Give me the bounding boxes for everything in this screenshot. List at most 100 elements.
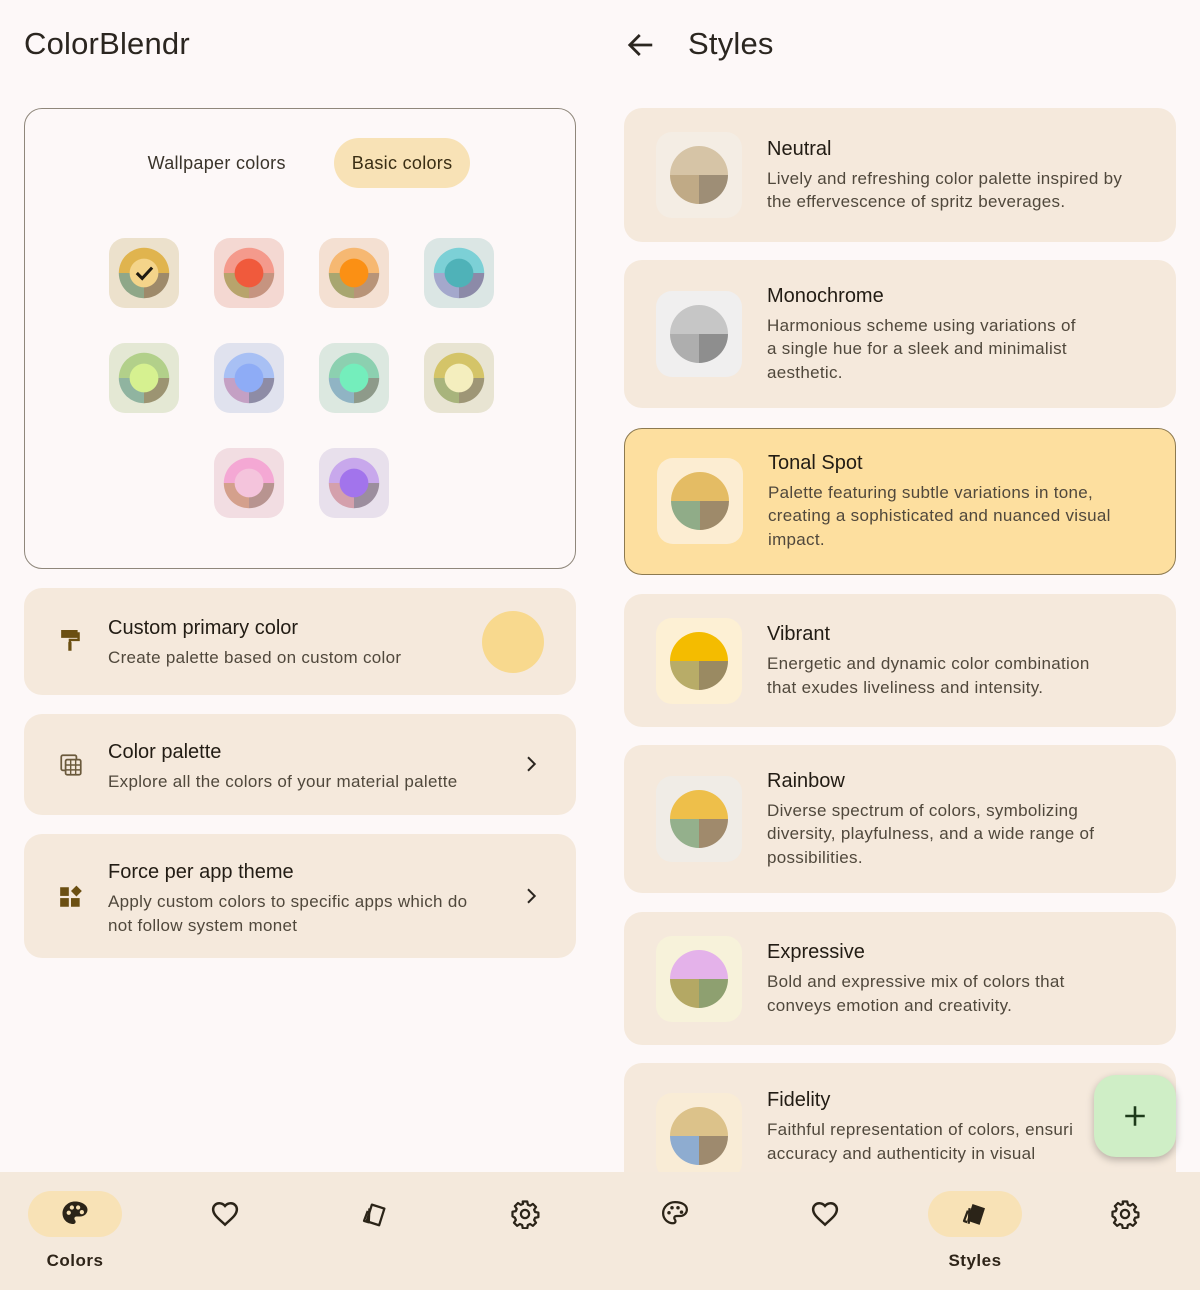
styles-screen: Styles Neutral Lively and refreshing colo…: [600, 0, 1200, 1290]
nav-pill: [328, 1191, 422, 1237]
bottom-navigation: Styles: [600, 1172, 1200, 1290]
style-card-monochrome[interactable]: Monochrome Harmonious scheme using variat…: [624, 260, 1176, 408]
nav-colors[interactable]: Colors: [0, 1172, 150, 1290]
style-description-line: accuracy and authenticity in visual: [767, 1143, 1036, 1163]
app-title: ColorBlendr: [24, 26, 190, 61]
heart-icon: [211, 1201, 239, 1227]
style-name: Expressive: [767, 941, 865, 963]
color-swatch[interactable]: [109, 238, 179, 308]
color-swatch[interactable]: [424, 238, 494, 308]
style-description-line: Diverse spectrum of colors, symbolizing: [767, 800, 1079, 820]
style-preview-icon: [656, 776, 742, 862]
nav-pill: [928, 1191, 1022, 1237]
back-arrow-icon[interactable]: [626, 30, 656, 60]
style-description-line: Lively and refreshing color palette insp…: [767, 168, 1123, 188]
row-subtitle: Explore all the colors of your material …: [108, 772, 458, 791]
style-preview-icon: [656, 132, 742, 218]
style-description-line: Bold and expressive mix of colors that: [767, 972, 1065, 991]
swatch-circle: [328, 247, 380, 299]
color-swatch[interactable]: [424, 343, 494, 413]
swatch-circle: [328, 352, 380, 404]
style-name: Vibrant: [767, 623, 831, 645]
row-title: Custom primary color: [108, 617, 299, 639]
color-swatch[interactable]: [109, 343, 179, 413]
chevron-right-icon: [527, 888, 537, 904]
add-style-button[interactable]: [1094, 1075, 1176, 1157]
color-palette-row[interactable]: Color palette Explore all the colors of …: [24, 714, 576, 815]
styles-cards-icon: [362, 1203, 386, 1227]
style-preview-icon: [656, 1093, 742, 1179]
swatch-circle: [118, 247, 170, 299]
nav-pill: [1078, 1191, 1172, 1237]
style-card-neutral[interactable]: Neutral Lively and refreshing color palet…: [624, 108, 1176, 242]
style-name: Fidelity: [767, 1089, 831, 1111]
nav-styles[interactable]: [300, 1172, 450, 1290]
palette-icon: [661, 1200, 689, 1225]
style-card-expressive[interactable]: Expressive Bold and expressive mix of col…: [624, 912, 1176, 1045]
style-description-line: diversity, playfulness, and a wide range…: [767, 824, 1095, 844]
style-card-rainbow[interactable]: Rainbow Diverse spectrum of colors, symbo…: [624, 745, 1176, 893]
swatch-circle: [118, 352, 170, 404]
style-description-line: possibilities.: [767, 847, 863, 867]
row-subtitle-line-1: Apply custom colors to specific apps whi…: [108, 892, 468, 911]
style-name: Monochrome: [767, 284, 884, 307]
swatch-circle: [223, 352, 275, 404]
gear-icon: [1111, 1200, 1140, 1229]
row-subtitle-line-2: not follow system monet: [108, 916, 298, 935]
nav-label: Styles: [948, 1251, 1002, 1270]
style-description-line: the effervescence of spritz beverages.: [767, 192, 1066, 211]
swatch-circle: [223, 457, 275, 509]
swatch-circle: [433, 352, 485, 404]
nav-label: Colors: [46, 1251, 104, 1270]
style-name: Tonal Spot: [768, 451, 863, 474]
nav-pill: [628, 1191, 722, 1237]
style-description-line: that exudes liveliness and intensity.: [767, 677, 1044, 697]
style-preview-icon: [656, 291, 742, 377]
style-card-tonal-spot[interactable]: Tonal Spot Palette featuring subtle varia…: [624, 428, 1176, 575]
bottom-navigation: Colors: [0, 1172, 600, 1290]
color-swatch[interactable]: [319, 238, 389, 308]
nav-styles[interactable]: Styles: [900, 1172, 1050, 1290]
style-description-line: creating a sophisticated and nuanced vis…: [768, 506, 1111, 526]
plus-icon: [1125, 1106, 1145, 1126]
style-description-line: impact.: [768, 529, 825, 549]
style-description-line: Palette featuring subtle variations in t…: [768, 482, 1094, 502]
swatch-circle: [433, 247, 485, 299]
heart-icon: [811, 1201, 839, 1227]
style-name: Neutral: [767, 137, 832, 160]
custom-primary-color-row[interactable]: Custom primary color Create palette base…: [24, 588, 576, 695]
custom-color-preview[interactable]: [482, 611, 544, 673]
row-subtitle: Create palette based on custom color: [108, 648, 402, 667]
nav-colors[interactable]: [600, 1172, 750, 1290]
color-swatch[interactable]: [214, 343, 284, 413]
style-card-vibrant[interactable]: Vibrant Energetic and dynamic color combi…: [624, 594, 1176, 727]
style-preview-icon: [657, 458, 743, 544]
style-name: Rainbow: [767, 769, 845, 792]
widgets-icon: [60, 885, 82, 907]
color-source-card: Wallpaper colors Basic colors: [24, 108, 576, 569]
style-description-line: Energetic and dynamic color combination: [767, 654, 1090, 673]
color-swatch[interactable]: [319, 448, 389, 518]
palette-grid-icon: [60, 754, 82, 776]
nav-settings[interactable]: [450, 1172, 600, 1290]
colors-screen: ColorBlendr Wallpaper colors Basic color…: [0, 0, 600, 1290]
row-title: Color palette: [108, 741, 222, 763]
swatch-grid: [25, 109, 575, 568]
palette-icon: [62, 1201, 88, 1224]
nav-favorites[interactable]: [750, 1172, 900, 1290]
page-title: Styles: [688, 26, 774, 61]
color-swatch[interactable]: [319, 343, 389, 413]
nav-pill: [478, 1191, 572, 1237]
styles-cards-icon: [962, 1204, 985, 1225]
swatch-circle: [328, 457, 380, 509]
nav-settings[interactable]: [1050, 1172, 1200, 1290]
nav-favorites[interactable]: [150, 1172, 300, 1290]
nav-pill: [28, 1191, 122, 1237]
color-swatch[interactable]: [214, 238, 284, 308]
paint-roller-icon: [61, 630, 80, 651]
force-per-app-theme-row[interactable]: Force per app theme Apply custom colors …: [24, 834, 576, 958]
row-title: Force per app theme: [108, 861, 294, 883]
color-swatch[interactable]: [214, 448, 284, 518]
style-description-line: aesthetic.: [767, 362, 843, 382]
style-description-line: conveys emotion and creativity.: [767, 995, 1013, 1015]
